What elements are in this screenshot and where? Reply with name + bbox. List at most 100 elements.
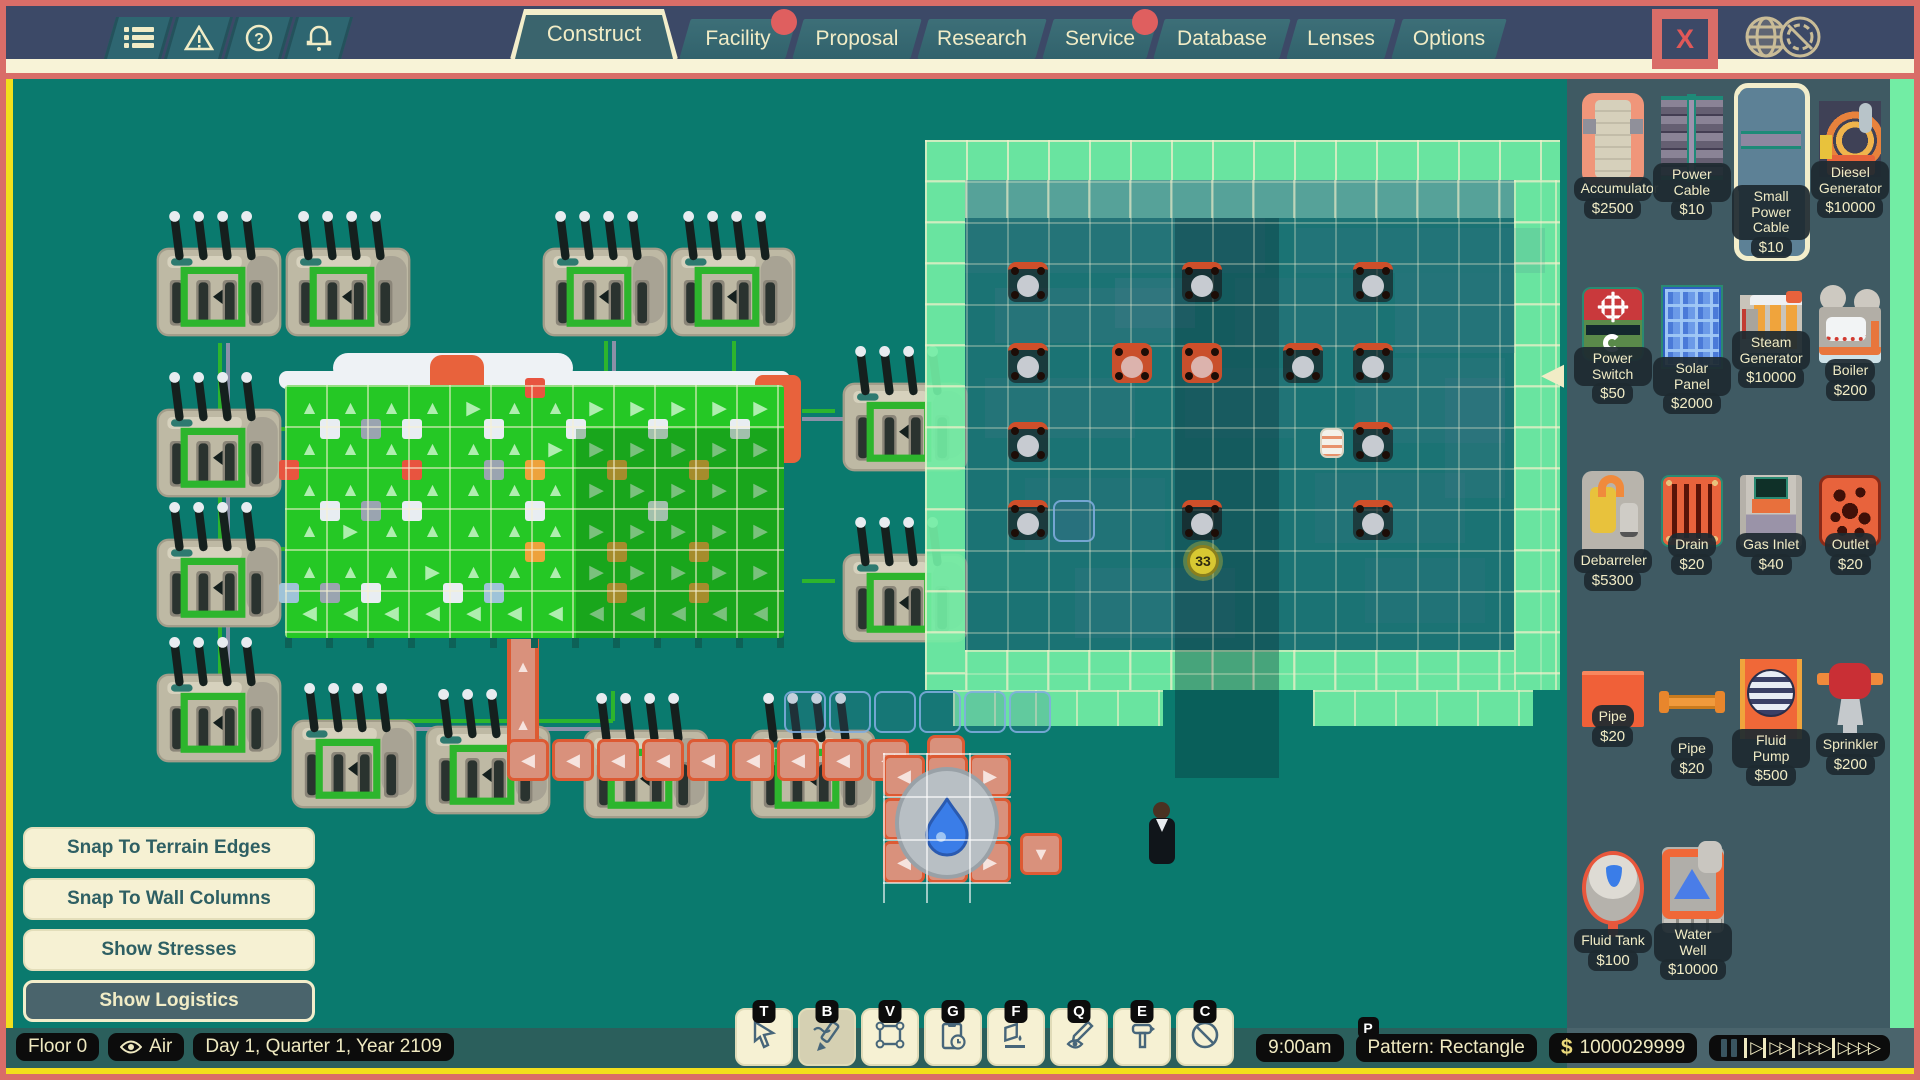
snap-button-snap-to-terrain-edges[interactable]: Snap To Terrain Edges — [23, 827, 315, 869]
game-viewport[interactable]: ▲▲▲▲▶▲▲▶▶▶▶▶▲▲▲▲▲▲▶▶▶▶▶▶▲▲▲▲▲▲▲▶▶▶▶▶▲▶▲▲… — [13, 79, 1567, 1028]
factory-building[interactable]: ▲▲▲▲▶▲▲▶▶▶▶▶▲▲▲▲▲▲▶▶▶▶▶▶▲▲▲▲▲▲▲▶▶▶▶▶▲▶▲▲… — [285, 385, 784, 638]
speed-4-button[interactable]: ▷▷▷▷ — [1838, 1038, 1878, 1058]
icon-layer — [1583, 119, 1643, 134]
tab-research[interactable]: Research — [923, 19, 1041, 59]
snap-button-show-logistics[interactable]: Show Logistics — [23, 980, 315, 1022]
build-panel-row: Accumulator$2500Power Cable$10Small Powe… — [1567, 93, 1890, 281]
build-item-fluid-pump[interactable]: Fluid Pump$500 — [1732, 657, 1811, 845]
floor-indicator[interactable]: Floor 0 — [16, 1033, 99, 1061]
build-item-gas-inlet[interactable]: Gas Inlet$40 — [1732, 469, 1811, 657]
node-part — [1211, 505, 1219, 513]
icon-tab-notifications[interactable] — [290, 17, 347, 59]
sprinkler-node[interactable] — [1008, 343, 1048, 383]
character[interactable] — [1149, 802, 1175, 868]
build-item-diesel-generator[interactable]: Diesel Generator$10000 — [1811, 93, 1890, 281]
build-item-drain[interactable]: Drain$20 — [1652, 469, 1731, 657]
build-item-price: $10 — [1671, 199, 1712, 220]
sprinkler-node[interactable] — [1353, 500, 1393, 540]
tab-construct[interactable]: Construct — [510, 9, 678, 59]
sprinkler-node[interactable] — [1008, 500, 1048, 540]
water-drop-icon — [899, 771, 995, 875]
build-item-price: $200 — [1826, 754, 1875, 775]
pipe-tile: ◀ — [732, 739, 774, 781]
status-right-group: 9:00am P Pattern: Rectangle $ 1000029999… — [1256, 1033, 1890, 1063]
build-item-debarreler[interactable]: Debarreler$5300 — [1573, 469, 1652, 657]
tab-options[interactable]: Options — [1397, 19, 1501, 59]
tool-hotkey-badge: C — [1194, 1000, 1217, 1023]
tab-service[interactable]: Service — [1048, 19, 1152, 59]
view-mode-indicator[interactable]: Air — [108, 1033, 184, 1061]
build-item-accumulator[interactable]: Accumulator$2500 — [1573, 93, 1652, 281]
overlay-frame-left — [925, 180, 965, 690]
node-part — [1115, 348, 1123, 356]
sprinkler-node[interactable] — [1353, 422, 1393, 462]
sprinkler-node[interactable] — [1353, 262, 1393, 302]
build-item-fluid-tank[interactable]: Fluid Tank$100 — [1573, 845, 1653, 1033]
build-item-pipe[interactable]: Pipe$20 — [1573, 657, 1652, 845]
clipboard-tool[interactable]: G — [924, 1008, 982, 1066]
tab-proposal[interactable]: Proposal — [798, 19, 916, 59]
sprinkler-node[interactable] — [1182, 262, 1222, 302]
draw-tool[interactable]: B — [798, 1008, 856, 1066]
build-item-price: $10000 — [1738, 367, 1804, 388]
build-item-small-power-cable[interactable]: Small Power Cable$10 — [1732, 93, 1811, 281]
sprinkler-node[interactable] — [1353, 343, 1393, 383]
build-item-water-well[interactable]: Water Well$10000 — [1653, 845, 1733, 1033]
tab-database[interactable]: Database — [1159, 19, 1285, 59]
snap-button-show-stresses[interactable]: Show Stresses — [23, 929, 315, 971]
speed-3-button[interactable]: ▷▷▷ — [1798, 1038, 1828, 1058]
build-tool[interactable]: E — [1113, 1008, 1171, 1066]
build-item-solar-panel[interactable]: Solar Panel$2000 — [1652, 281, 1731, 469]
pipe-tile: ◀ — [507, 739, 549, 781]
pattern-indicator[interactable]: P Pattern: Rectangle — [1356, 1034, 1537, 1062]
icon-tab-help[interactable]: ? — [230, 17, 287, 59]
build-item-sprinkler[interactable]: Sprinkler$200 — [1811, 657, 1890, 845]
water-well-structure[interactable]: ◀▲▶▼▼◀▼▶ — [883, 735, 1011, 903]
placement-overlay[interactable]: 33 — [925, 140, 1560, 690]
sprinkler-node[interactable] — [1283, 343, 1323, 383]
sprinkler-node[interactable] — [1008, 262, 1048, 302]
build-item-power-switch[interactable]: Power Switch$50 — [1573, 281, 1652, 469]
turret-structure — [153, 369, 285, 501]
build-item-steam-generator[interactable]: Steam Generator$10000 — [1732, 281, 1811, 469]
sprinkler-node[interactable] — [1112, 343, 1152, 383]
tab-label: Facility — [691, 27, 784, 51]
icon-tab-alerts[interactable] — [170, 17, 227, 59]
close-button[interactable]: X — [1652, 9, 1718, 69]
build-panel-row: Debarreler$5300Drain$20Gas Inlet$40Outle… — [1567, 469, 1890, 657]
node-part — [1362, 435, 1384, 457]
node-part — [1185, 529, 1193, 537]
icon-layer — [1661, 96, 1723, 100]
node-part — [1382, 348, 1390, 356]
build-item-power-cable[interactable]: Power Cable$10 — [1652, 93, 1731, 281]
fill-tool[interactable]: F — [987, 1008, 1045, 1066]
cancel-tool[interactable]: C — [1176, 1008, 1234, 1066]
turret-structure — [153, 499, 285, 631]
sprinkler-node[interactable] — [1182, 500, 1222, 540]
inspect-tool[interactable]: Q — [1050, 1008, 1108, 1066]
marquee-tool[interactable]: V — [861, 1008, 919, 1066]
node-part — [1037, 267, 1045, 275]
node-part — [1356, 348, 1364, 356]
icon-tab-menu[interactable] — [110, 17, 167, 59]
pattern-hotkey-badge: P — [1358, 1017, 1379, 1038]
pipe-tile: ◀ — [597, 739, 639, 781]
tool-hotkey-badge: Q — [1068, 1000, 1091, 1023]
sprinkler-node[interactable] — [1008, 422, 1048, 462]
tab-lenses[interactable]: Lenses — [1292, 19, 1390, 59]
build-item-pipe[interactable]: Pipe$20 — [1652, 657, 1731, 845]
speed-2-button[interactable]: ▷▷ — [1769, 1038, 1789, 1058]
build-item-boiler[interactable]: Boiler$200 — [1811, 281, 1890, 469]
pause-icon[interactable] — [1731, 1039, 1737, 1057]
playback-controls[interactable]: ▷▷▷▷▷▷▷▷▷▷ — [1709, 1035, 1890, 1061]
pause-icon[interactable] — [1721, 1039, 1727, 1057]
chevron-left-icon[interactable]: ◀ — [1541, 357, 1564, 392]
icon-layer — [1837, 699, 1863, 725]
tab-facility[interactable]: Facility — [685, 19, 791, 59]
build-item-outlet[interactable]: Outlet$20 — [1811, 469, 1890, 657]
sprinkler-node[interactable] — [1182, 343, 1222, 383]
select-tool[interactable]: T — [735, 1008, 793, 1066]
speed-1-button[interactable]: ▷ — [1750, 1038, 1760, 1058]
snap-button-snap-to-wall-columns[interactable]: Snap To Wall Columns — [23, 878, 315, 920]
build-item-price: $20 — [1830, 554, 1871, 575]
